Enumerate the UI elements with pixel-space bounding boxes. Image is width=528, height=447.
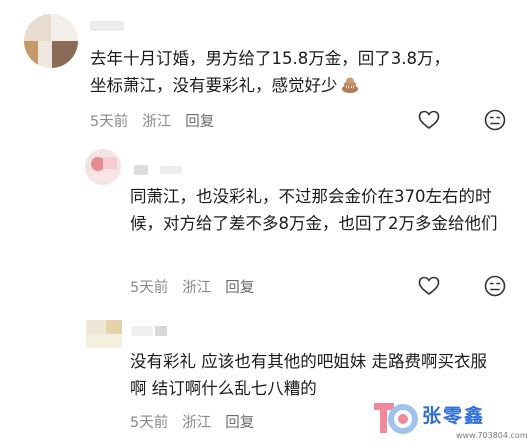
comment-text: 没有彩礼 应该也有其他的吧姐妹 走路费啊买衣服啊 结订啊什么乱七八糟的 bbox=[130, 348, 500, 402]
comment-body: 没有彩礼 应该也有其他的吧姐妹 走路费啊买衣服啊 结订啊什么乱七八糟的 bbox=[130, 352, 487, 398]
comment-meta: 5天前 浙江 回复 bbox=[130, 411, 268, 432]
comment-2: 同萧江，也没彩礼，不过那会金价在370左右的时候，对方给了差不多8万金，也回了2… bbox=[0, 140, 528, 300]
username-redacted[interactable] bbox=[160, 166, 182, 174]
username-redacted[interactable] bbox=[155, 326, 167, 336]
timestamp: 5天前 bbox=[90, 114, 129, 130]
watermark-url: www.703804.com bbox=[456, 431, 528, 440]
watermark-brand: 张零鑫 bbox=[422, 405, 486, 427]
comment-meta: 5天前 浙江 回复 bbox=[130, 276, 268, 297]
poop-emoji-icon bbox=[340, 74, 360, 102]
watermark: 张零鑫 www.703804.com bbox=[372, 395, 528, 443]
comment-body: 去年十月订婚，男方给了15.8万金，回了3.8万，坐标萧江，没有要彩礼，感觉好少 bbox=[90, 49, 450, 95]
avatar[interactable] bbox=[85, 149, 121, 185]
heart-icon[interactable] bbox=[418, 276, 440, 300]
reply-button[interactable]: 回复 bbox=[225, 415, 254, 431]
comment-text: 同萧江，也没彩礼，不过那会金价在370左右的时候，对方给了差不多8万金，也回了2… bbox=[130, 183, 500, 237]
watermark-logo-icon bbox=[372, 399, 418, 443]
location: 浙江 bbox=[182, 415, 212, 431]
avatar[interactable] bbox=[86, 320, 122, 356]
dislike-face-icon[interactable] bbox=[484, 109, 506, 135]
reply-button[interactable]: 回复 bbox=[225, 280, 254, 296]
location: 浙江 bbox=[182, 280, 212, 296]
heart-icon[interactable] bbox=[418, 110, 440, 134]
username-redacted[interactable] bbox=[131, 326, 153, 336]
timestamp: 5天前 bbox=[130, 415, 169, 431]
username-redacted[interactable] bbox=[90, 21, 124, 31]
username-redacted[interactable] bbox=[134, 165, 148, 175]
dislike-face-icon[interactable] bbox=[484, 275, 506, 301]
timestamp: 5天前 bbox=[130, 280, 169, 296]
comment-text: 去年十月订婚，男方给了15.8万金，回了3.8万，坐标萧江，没有要彩礼，感觉好少 bbox=[90, 45, 450, 102]
avatar[interactable] bbox=[24, 14, 78, 68]
comment-body: 同萧江，也没彩礼，不过那会金价在370左右的时候，对方给了差不多8万金，也回了2… bbox=[130, 187, 498, 233]
reply-button[interactable]: 回复 bbox=[185, 114, 214, 130]
comment-meta: 5天前 浙江 回复 bbox=[90, 110, 228, 131]
comment-1: 去年十月订婚，男方给了15.8万金，回了3.8万，坐标萧江，没有要彩礼，感觉好少… bbox=[0, 0, 528, 140]
location: 浙江 bbox=[142, 114, 172, 130]
